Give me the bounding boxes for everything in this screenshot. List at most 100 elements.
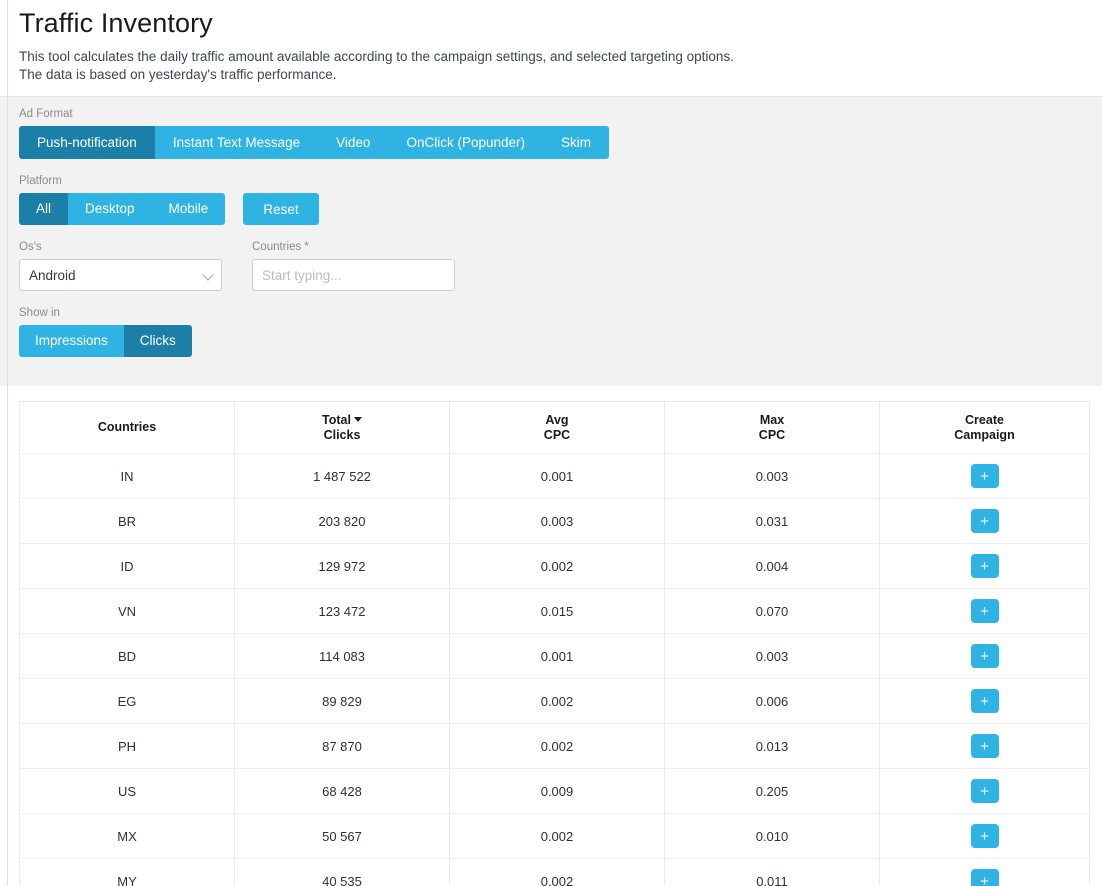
table-header: Countries Total Clicks Avg CPC Max CPC C… <box>19 401 1090 454</box>
show-in-option-clicks[interactable]: Clicks <box>123 325 192 357</box>
create-campaign-add-button[interactable]: + <box>970 734 999 758</box>
ad-format-field: Ad Format Push-notification Instant Text… <box>19 107 1102 159</box>
cell-max-cpc: 0.003 <box>664 633 880 679</box>
filters-panel: Ad Format Push-notification Instant Text… <box>0 96 1102 386</box>
table-row: US 68 428 0.009 0.205 + <box>19 768 1090 814</box>
table-body: IN 1 487 522 0.001 0.003 + BR 203 820 0.003 0.03… <box>19 453 1090 886</box>
cell-avg-cpc: 0.002 <box>449 813 665 859</box>
cell-create-campaign: + <box>879 453 1090 499</box>
create-campaign-add-button[interactable]: + <box>970 644 999 668</box>
countries-label-text: Countries <box>252 241 302 253</box>
cell-avg-cpc: 0.015 <box>449 588 665 634</box>
page-description-line-2: The data is based on yesterday's traffic… <box>19 67 337 82</box>
show-in-field: Show in Impressions Clicks <box>19 306 1102 357</box>
cell-avg-cpc: 0.009 <box>449 768 665 814</box>
cell-country: BD <box>19 633 235 679</box>
column-header-total-clicks[interactable]: Total Clicks <box>234 401 450 454</box>
column-header-total-text: Total <box>322 412 351 427</box>
cell-max-cpc: 0.013 <box>664 723 880 769</box>
create-campaign-add-button[interactable]: + <box>970 599 999 623</box>
traffic-inventory-page: Traffic Inventory This tool calculates t… <box>0 0 1102 886</box>
cell-max-cpc: 0.205 <box>664 768 880 814</box>
create-campaign-add-button[interactable]: + <box>970 779 999 803</box>
os-select-wrapper: Android <box>19 259 222 291</box>
cell-create-campaign: + <box>879 498 1090 544</box>
column-header-countries[interactable]: Countries <box>19 401 235 454</box>
cell-total-clicks: 129 972 <box>234 543 450 589</box>
page-header: Traffic Inventory This tool calculates t… <box>0 0 1102 96</box>
create-campaign-add-button[interactable]: + <box>970 509 999 533</box>
os-select[interactable]: Android <box>19 259 222 291</box>
create-campaign-add-button[interactable]: + <box>970 689 999 713</box>
os-field: Os's Android <box>19 240 222 291</box>
show-in-button-group: Impressions Clicks <box>19 325 192 357</box>
create-campaign-add-button[interactable]: + <box>970 464 999 488</box>
countries-input[interactable] <box>252 259 455 291</box>
table-row: PH 87 870 0.002 0.013 + <box>19 723 1090 769</box>
cell-avg-cpc: 0.001 <box>449 633 665 679</box>
column-header-avg-cpc[interactable]: Avg CPC <box>449 401 665 454</box>
show-in-option-impressions[interactable]: Impressions <box>19 325 124 357</box>
cell-total-clicks: 123 472 <box>234 588 450 634</box>
cell-max-cpc: 0.010 <box>664 813 880 859</box>
cell-total-clicks: 89 829 <box>234 678 450 724</box>
cell-create-campaign: + <box>879 588 1090 634</box>
cell-max-cpc: 0.070 <box>664 588 880 634</box>
cell-country: MX <box>19 813 235 859</box>
cell-total-clicks: 203 820 <box>234 498 450 544</box>
table-header-row: Countries Total Clicks Avg CPC Max CPC C… <box>19 401 1090 454</box>
cell-avg-cpc: 0.002 <box>449 858 665 886</box>
column-header-max-cpc[interactable]: Max CPC <box>664 401 880 454</box>
platform-label: Platform <box>19 175 62 187</box>
column-header-create-campaign-line1: Create <box>965 412 1004 427</box>
cell-max-cpc: 0.011 <box>664 858 880 886</box>
platform-button-group: All Desktop Mobile <box>19 193 226 225</box>
create-campaign-add-button[interactable]: + <box>970 554 999 578</box>
traffic-table: Countries Total Clicks Avg CPC Max CPC C… <box>19 401 1090 886</box>
page-description-line-1: This tool calculates the daily traffic a… <box>19 49 734 64</box>
cell-total-clicks: 40 535 <box>234 858 450 886</box>
column-header-create-campaign: Create Campaign <box>879 401 1090 454</box>
platform-option-all[interactable]: All <box>19 193 69 225</box>
cell-country: VN <box>19 588 235 634</box>
ad-format-option-video[interactable]: Video <box>318 126 389 159</box>
column-header-max-cpc-line2: CPC <box>758 427 786 442</box>
cell-total-clicks: 87 870 <box>234 723 450 769</box>
cell-avg-cpc: 0.002 <box>449 543 665 589</box>
cell-total-clicks: 68 428 <box>234 768 450 814</box>
table-row: MX 50 567 0.002 0.010 + <box>19 813 1090 859</box>
create-campaign-add-button[interactable]: + <box>970 869 999 886</box>
sort-descending-icon[interactable] <box>353 416 362 422</box>
cell-country: PH <box>19 723 235 769</box>
ad-format-label: Ad Format <box>19 108 73 120</box>
cell-create-campaign: + <box>879 723 1090 769</box>
ad-format-option-push-notification[interactable]: Push-notification <box>19 126 155 159</box>
cell-country: ID <box>19 543 235 589</box>
left-edge-rail <box>7 0 8 886</box>
countries-required-mark: * <box>304 241 309 253</box>
table-row: EG 89 829 0.002 0.006 + <box>19 678 1090 724</box>
cell-max-cpc: 0.003 <box>664 453 880 499</box>
column-header-total-clicks-line2: Clicks <box>323 427 361 442</box>
ad-format-option-onclick-popunder[interactable]: OnClick (Popunder) <box>388 126 543 159</box>
table-row: BD 114 083 0.001 0.003 + <box>19 633 1090 679</box>
create-campaign-add-button[interactable]: + <box>970 824 999 848</box>
countries-label: Countries * <box>252 240 455 254</box>
cell-avg-cpc: 0.002 <box>449 678 665 724</box>
column-header-avg-cpc-line1: Avg <box>545 412 569 427</box>
cell-create-campaign: + <box>879 543 1090 589</box>
show-in-label: Show in <box>19 307 60 319</box>
ad-format-option-skim[interactable]: Skim <box>542 126 609 159</box>
platform-option-desktop[interactable]: Desktop <box>68 193 152 225</box>
countries-field: Countries * <box>252 240 455 291</box>
ad-format-option-instant-text-message[interactable]: Instant Text Message <box>154 126 319 159</box>
ad-format-button-group: Push-notification Instant Text Message V… <box>19 126 609 159</box>
platform-option-mobile[interactable]: Mobile <box>151 193 226 225</box>
cell-create-campaign: + <box>879 858 1090 886</box>
reset-button[interactable]: Reset <box>243 193 319 225</box>
cell-country: MY <box>19 858 235 886</box>
table-row: MY 40 535 0.002 0.011 + <box>19 858 1090 886</box>
platform-field: Platform All Desktop Mobile Reset <box>19 174 1102 225</box>
traffic-table-area: Countries Total Clicks Avg CPC Max CPC C… <box>0 386 1102 886</box>
cell-country: BR <box>19 498 235 544</box>
